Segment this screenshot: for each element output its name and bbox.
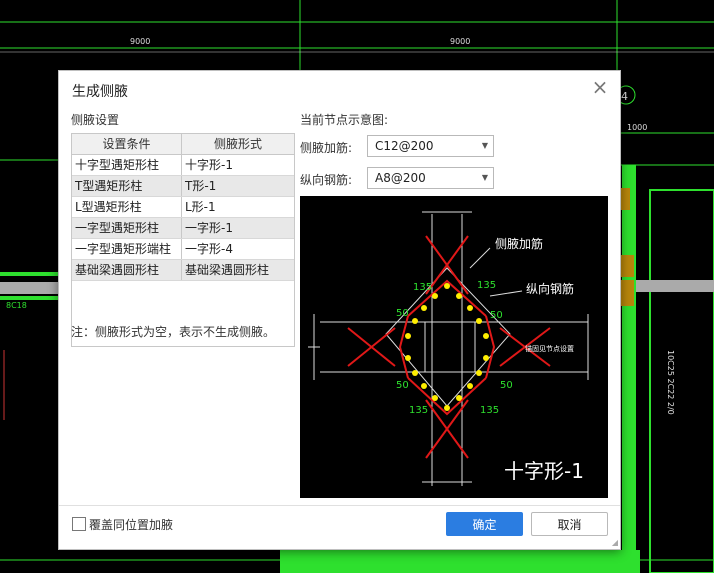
rebar-value: C12@200 xyxy=(375,139,434,153)
preview-caption: 十字形-1 xyxy=(504,459,584,483)
cell-condition[interactable]: 十字型遇矩形柱 xyxy=(72,155,182,175)
callout-long-bar: 纵向钢筋 xyxy=(526,281,574,296)
table-row[interactable]: L型遇矩形柱 L形-1 xyxy=(72,197,294,218)
chevron-down-icon: ▼ xyxy=(481,173,488,182)
footer-divider xyxy=(59,505,620,506)
callout-rebar: 侧腋加筋 xyxy=(495,236,543,251)
haunch-settings-table: 设置条件 侧腋形式 十字型遇矩形柱 十字形-1 T型遇矩形柱 T形-1 L型遇矩… xyxy=(71,133,295,347)
table-row[interactable]: 一字型遇矩形柱 一字形-1 xyxy=(72,218,294,239)
dim-50-top-left: 50 xyxy=(396,308,409,319)
table-row[interactable]: 一字型遇矩形端柱 一字形-4 xyxy=(72,239,294,260)
table-header: 设置条件 侧腋形式 xyxy=(72,134,294,155)
section-label: 侧腋设置 xyxy=(71,113,120,127)
overwrite-label[interactable]: 覆盖同位置加腋 xyxy=(89,516,173,533)
cell-form[interactable]: T形-1 xyxy=(182,176,294,196)
column-header-form: 侧腋形式 xyxy=(213,137,262,151)
dim-small: 1000 xyxy=(627,123,647,132)
dim-135-top-left: 135 xyxy=(413,282,432,293)
rebar-label: 侧腋加筋: xyxy=(300,141,353,155)
long-bar-value: A8@200 xyxy=(375,171,426,185)
cancel-button[interactable]: 取消 xyxy=(531,512,608,536)
table-row[interactable]: 基础梁遇圆形柱 基础梁遇圆形柱 xyxy=(72,260,294,281)
ok-button[interactable]: 确定 xyxy=(446,512,523,536)
side-label-right: 10C25 2C22 2/0 xyxy=(666,350,675,415)
preview-title: 当前节点示意图: xyxy=(300,113,389,127)
dim-135-bottom-left: 135 xyxy=(409,405,428,416)
dim-left: 9000 xyxy=(130,37,150,46)
close-icon[interactable]: × xyxy=(589,77,611,99)
column-header-condition: 设置条件 xyxy=(72,134,182,154)
cell-condition[interactable]: 一字型遇矩形柱 xyxy=(72,218,182,238)
dialog-title: 生成侧腋 xyxy=(72,84,128,100)
axis-number: 4 xyxy=(621,90,628,103)
cell-form[interactable]: L形-1 xyxy=(182,197,294,217)
table-row[interactable]: T型遇矩形柱 T形-1 xyxy=(72,176,294,197)
resize-grip-icon[interactable]: ◢ xyxy=(612,538,618,547)
cell-condition[interactable]: 一字型遇矩形端柱 xyxy=(72,239,182,259)
note-text: 注：侧腋形式为空，表示不生成侧腋。 xyxy=(71,325,276,339)
cell-condition[interactable]: T型遇矩形柱 xyxy=(72,176,182,196)
dim-135-top-right: 135 xyxy=(477,280,496,291)
dim-right: 9000 xyxy=(450,37,470,46)
rebar-select[interactable]: C12@200 ▼ xyxy=(367,135,494,157)
overwrite-checkbox[interactable] xyxy=(72,517,86,531)
side-label-left: 8C18 xyxy=(6,301,27,310)
cell-condition[interactable]: L型遇矩形柱 xyxy=(72,197,182,217)
cell-form[interactable]: 基础梁遇圆形柱 xyxy=(182,260,294,280)
cell-form[interactable]: 一字形-4 xyxy=(182,239,294,259)
dim-50-top-right: 50 xyxy=(490,310,503,321)
anchor-note: 锚固见节点设置 xyxy=(525,344,574,353)
cell-form[interactable]: 十字形-1 xyxy=(182,155,294,175)
long-bar-select[interactable]: A8@200 ▼ xyxy=(367,167,494,189)
long-bar-label: 纵向钢筋: xyxy=(300,173,353,187)
table-row[interactable]: 十字型遇矩形柱 十字形-1 xyxy=(72,155,294,176)
generate-haunch-dialog: 生成侧腋 × 侧腋设置 设置条件 侧腋形式 十字型遇矩形柱 十字形-1 T型遇矩… xyxy=(58,70,621,550)
dim-50-bottom-left: 50 xyxy=(396,380,409,391)
node-preview-diagram: 侧腋加筋 纵向钢筋 锚固见节点设置 50 50 50 50 135 135 13… xyxy=(300,196,608,498)
chevron-down-icon: ▼ xyxy=(481,141,488,150)
dim-50-bottom-right: 50 xyxy=(500,380,513,391)
dim-135-bottom-right: 135 xyxy=(480,405,499,416)
cell-condition[interactable]: 基础梁遇圆形柱 xyxy=(72,260,182,280)
cell-form[interactable]: 一字形-1 xyxy=(182,218,294,238)
